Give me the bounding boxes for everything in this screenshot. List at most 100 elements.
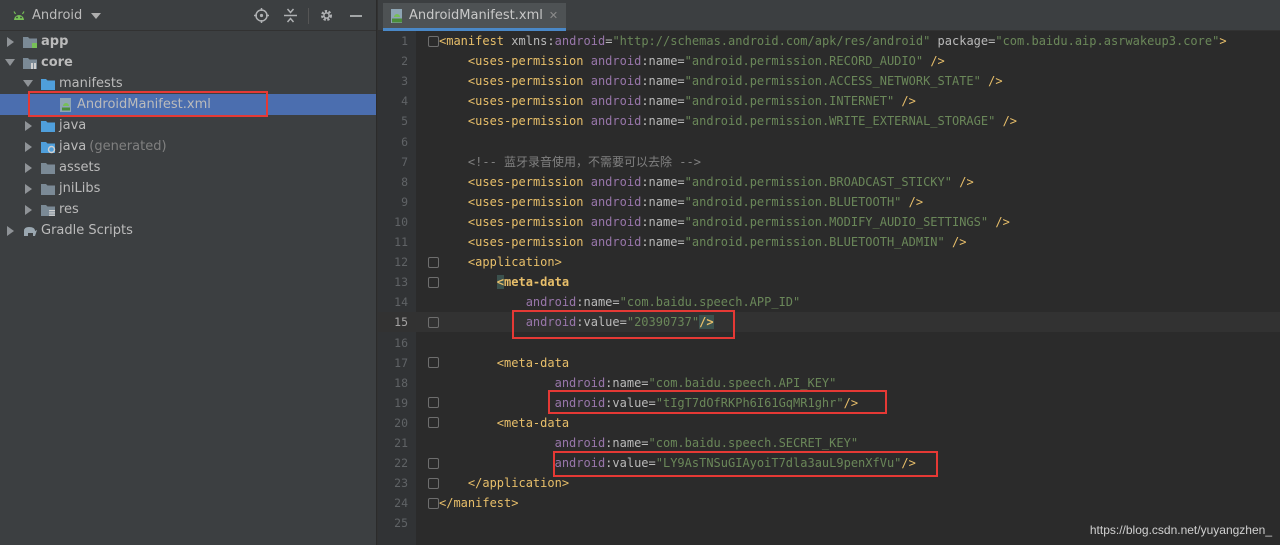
code-line[interactable]: 10 <uses-permission android:name="androi…: [378, 212, 1280, 232]
fold-marker-icon[interactable]: [428, 357, 439, 369]
line-number[interactable]: 5: [378, 114, 408, 128]
code-line[interactable]: 6: [378, 132, 1280, 152]
fold-marker-icon[interactable]: [428, 397, 439, 409]
fold-marker-icon[interactable]: [428, 35, 439, 47]
line-number[interactable]: 15: [378, 315, 408, 329]
project-panel: Android app core manifests AndroidManife…: [0, 0, 376, 545]
code-line[interactable]: 14 android:name="com.baidu.speech.APP_ID…: [378, 292, 1280, 312]
line-number[interactable]: 21: [378, 436, 408, 450]
line-number[interactable]: 7: [378, 155, 408, 169]
code-line[interactable]: 5 <uses-permission android:name="android…: [378, 111, 1280, 131]
tree-item-label: app: [41, 34, 69, 49]
line-number[interactable]: 16: [378, 336, 408, 350]
line-number[interactable]: 12: [378, 255, 408, 269]
code-token: android: [554, 395, 606, 410]
code-area[interactable]: 1 <manifest xmlns:android="http://schemas…: [378, 31, 1280, 545]
tree-item-jnilibs[interactable]: jniLibs: [0, 178, 376, 199]
code-line[interactable]: 4 <uses-permission android:name="android…: [378, 91, 1280, 111]
line-number[interactable]: 8: [378, 175, 408, 189]
code-line[interactable]: 24 </manifest>: [378, 493, 1280, 513]
code-line[interactable]: 16: [378, 333, 1280, 353]
expand-arrow-icon[interactable]: [4, 31, 16, 52]
line-number[interactable]: 4: [378, 94, 408, 108]
fold-marker-icon[interactable]: [428, 256, 439, 268]
line-number[interactable]: 11: [378, 235, 408, 249]
fold-marker-icon[interactable]: [428, 316, 439, 328]
code-line[interactable]: 20 <meta-data: [378, 413, 1280, 433]
code-text: <uses-permission android:name="android.p…: [439, 215, 1010, 229]
collapse-all-button[interactable]: [276, 0, 305, 31]
locate-button[interactable]: [247, 0, 276, 31]
code-line[interactable]: 13 <meta-data: [378, 272, 1280, 292]
code-line[interactable]: 11 <uses-permission android:name="androi…: [378, 232, 1280, 252]
tree-item-app[interactable]: app: [0, 31, 376, 52]
tree-item-manifests[interactable]: manifests: [0, 73, 376, 94]
code-line[interactable]: 19 android:value="tIgT7dOfRKPh6I61GqMR1g…: [378, 393, 1280, 413]
code-token: />: [959, 174, 974, 189]
line-number[interactable]: 9: [378, 195, 408, 209]
gear-icon: [320, 9, 333, 22]
expand-arrow-icon[interactable]: [4, 220, 16, 241]
expand-arrow-icon[interactable]: [22, 115, 34, 136]
line-number[interactable]: 25: [378, 516, 408, 530]
tree-item-res[interactable]: res: [0, 199, 376, 220]
fold-marker-icon[interactable]: [428, 417, 439, 429]
expand-arrow-icon[interactable]: [22, 199, 34, 220]
tree-item-core[interactable]: core: [0, 52, 376, 73]
folder-icon: [41, 78, 55, 90]
code-token: />: [843, 395, 859, 410]
line-number[interactable]: 6: [378, 135, 408, 149]
expand-arrow-icon[interactable]: [22, 157, 34, 178]
line-number[interactable]: 17: [378, 356, 408, 370]
code-token: meta-data: [504, 355, 570, 370]
close-icon[interactable]: ✕: [549, 9, 558, 22]
code-line[interactable]: 2 <uses-permission android:name="android…: [378, 51, 1280, 71]
tree-item-gradle-scripts[interactable]: Gradle Scripts: [0, 220, 376, 241]
code-line[interactable]: 18 android:name="com.baidu.speech.API_KE…: [378, 373, 1280, 393]
code-token: :name=: [641, 54, 685, 69]
code-line[interactable]: 17 <meta-data: [378, 353, 1280, 373]
expand-arrow-icon[interactable]: [22, 136, 34, 157]
code-line[interactable]: 23 </application>: [378, 473, 1280, 493]
tree-item-java[interactable]: java: [0, 115, 376, 136]
line-number[interactable]: 14: [378, 295, 408, 309]
code-line[interactable]: 8 <uses-permission android:name="android…: [378, 172, 1280, 192]
line-number[interactable]: 3: [378, 74, 408, 88]
line-number[interactable]: 13: [378, 275, 408, 289]
line-number[interactable]: 23: [378, 476, 408, 490]
code-line[interactable]: 9 <uses-permission android:name="android…: [378, 192, 1280, 212]
fold-marker-icon[interactable]: [428, 477, 439, 489]
hide-panel-button[interactable]: [341, 0, 370, 31]
code-line[interactable]: 15 android:value="20390737"/>: [378, 312, 1280, 333]
tab-androidmanifest[interactable]: AndroidManifest.xml ✕: [383, 3, 567, 31]
code-line[interactable]: 12 <application>: [378, 252, 1280, 272]
line-number[interactable]: 24: [378, 496, 408, 510]
line-number[interactable]: 18: [378, 376, 408, 390]
project-view-selector[interactable]: Android: [0, 0, 102, 31]
tree-item-androidmanifest[interactable]: AndroidManifest.xml: [0, 94, 376, 115]
fold-marker-icon[interactable]: [428, 457, 439, 469]
code-line[interactable]: 7 <!-- 蓝牙录音使用，不需要可以去除 -->: [378, 152, 1280, 172]
collapse-arrow-icon[interactable]: [22, 73, 34, 94]
expand-arrow-icon[interactable]: [22, 178, 34, 199]
code-line[interactable]: 22 android:value="LY9AsTNSuGIAyoiT7dla3a…: [378, 453, 1280, 473]
line-number[interactable]: 22: [378, 456, 408, 470]
tree-item-java-generated[interactable]: java (generated): [0, 136, 376, 157]
code-token: android: [554, 34, 606, 48]
tree-item-assets[interactable]: assets: [0, 157, 376, 178]
code-line[interactable]: 1 <manifest xmlns:android="http://schemas…: [378, 31, 1280, 51]
line-number[interactable]: 10: [378, 215, 408, 229]
code-line[interactable]: 21 android:name="com.baidu.speech.SECRET…: [378, 433, 1280, 453]
code-line[interactable]: 3 <uses-permission android:name="android…: [378, 71, 1280, 91]
fold-marker-icon[interactable]: [428, 276, 439, 288]
code-text: android:value="LY9AsTNSuGIAyoiT7dla3auL9…: [439, 456, 916, 470]
code-token: uses-permission: [475, 214, 591, 229]
line-number[interactable]: 19: [378, 396, 408, 410]
line-number[interactable]: 1: [378, 34, 408, 48]
collapse-arrow-icon[interactable]: [4, 52, 16, 73]
line-number[interactable]: 2: [378, 54, 408, 68]
settings-button[interactable]: [312, 0, 341, 31]
line-number[interactable]: 20: [378, 416, 408, 430]
fold-marker-icon[interactable]: [428, 497, 439, 509]
